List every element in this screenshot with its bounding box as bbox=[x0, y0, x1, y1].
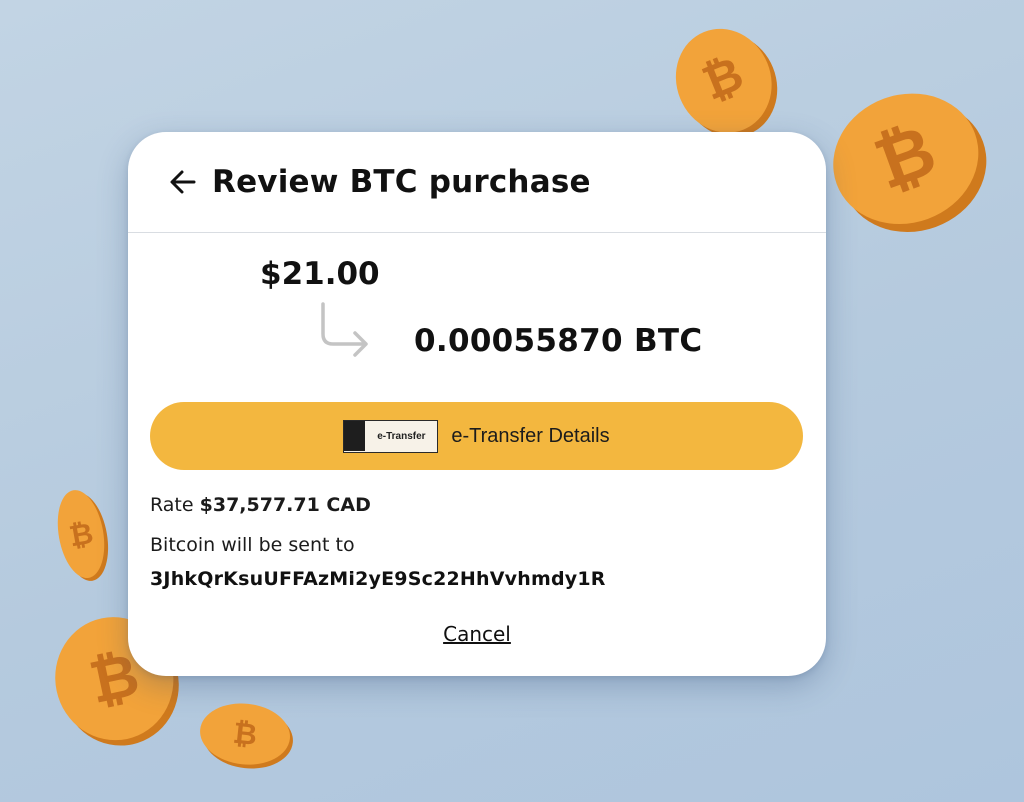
review-card: Review BTC purchase $21.00 0.00055870 BT… bbox=[128, 132, 826, 676]
send-to-label: Bitcoin will be sent to bbox=[150, 534, 355, 556]
svg-text:₿: ₿ bbox=[231, 716, 258, 752]
rate-line: Rate $37,577.71 CAD bbox=[150, 494, 371, 516]
bitcoin-coin-icon: ₿ bbox=[52, 486, 110, 584]
card-header: Review BTC purchase bbox=[128, 132, 826, 233]
etransfer-button-label: e-Transfer Details bbox=[451, 424, 610, 447]
bitcoin-coin-icon: ₿ bbox=[670, 20, 782, 146]
interac-logo-text: e-Transfer bbox=[377, 430, 426, 442]
fiat-amount: $21.00 bbox=[260, 256, 380, 292]
arrow-down-right-icon bbox=[315, 300, 371, 360]
btc-amount: 0.00055870 BTC bbox=[414, 323, 703, 359]
rate-value: $37,577.71 CAD bbox=[199, 494, 371, 516]
arrow-left-icon[interactable] bbox=[168, 167, 198, 197]
bitcoin-coin-icon: ₿ bbox=[818, 82, 1000, 242]
interac-etransfer-logo: e-Transfer bbox=[343, 419, 439, 453]
rate-label: Rate bbox=[150, 494, 194, 516]
page-title: Review BTC purchase bbox=[212, 164, 591, 200]
wallet-address: 3JhkQrKsuUFFAzMi2yE9Sc22HhVvhmdy1R bbox=[150, 568, 606, 590]
cancel-link[interactable]: Cancel bbox=[128, 622, 826, 646]
etransfer-details-button[interactable]: e-Transfer e-Transfer Details bbox=[150, 402, 803, 470]
interac-mark-icon bbox=[344, 421, 366, 451]
bitcoin-coin-icon: ₿ bbox=[198, 700, 296, 772]
